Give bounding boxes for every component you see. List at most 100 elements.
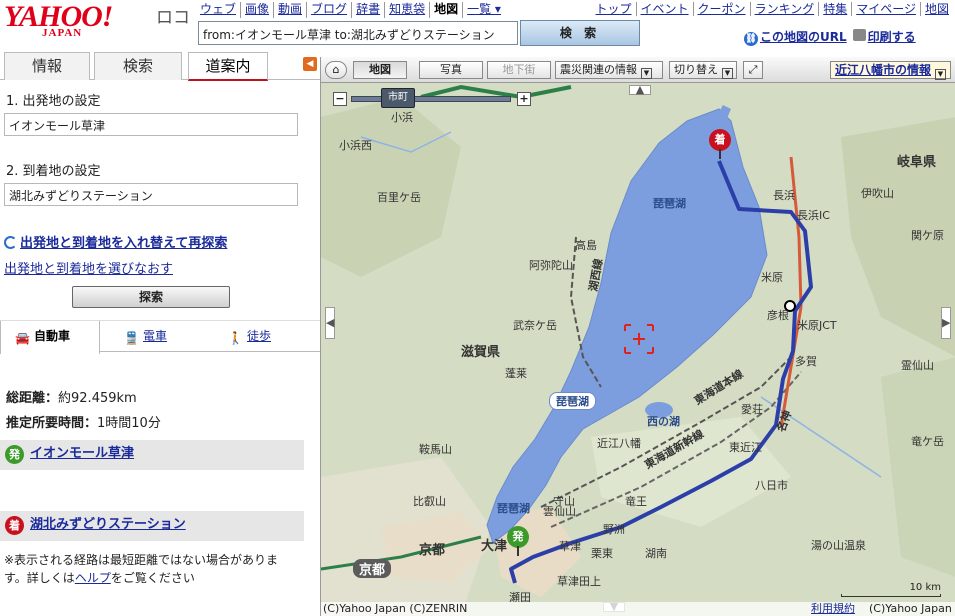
swap-points-link-text[interactable]: 出発地と到着地を入れ替えて再探索 (20, 236, 227, 251)
service-list-dropdown[interactable]: 一覧 ▾ (463, 2, 505, 18)
mode-car[interactable]: 🚘 自動車 (0, 321, 100, 354)
pin-stem (517, 546, 519, 556)
zoom-out-button[interactable]: − (333, 92, 347, 106)
start-pin-head: 発 (507, 526, 529, 548)
terms-link[interactable]: 利用規約 (811, 602, 855, 616)
service-link-video[interactable]: 動画 (274, 2, 308, 18)
map-switch-select-label: 切り替え (674, 63, 718, 76)
distance-label: 総距離： (6, 391, 59, 406)
chevron-down-icon: ▼ (641, 68, 652, 79)
pan-right-icon[interactable]: ▶ (941, 307, 951, 339)
place-label: 関ケ原 (911, 229, 944, 242)
reselect-points-link-text[interactable]: 出発地と到着地を選びなおす (4, 262, 173, 277)
tab-info[interactable]: 情報 (4, 52, 90, 80)
start-badge: 発 (5, 445, 24, 464)
end-pin[interactable]: 着 (709, 129, 731, 159)
start-field[interactable]: イオンモール草津 (4, 113, 298, 136)
service-link-image[interactable]: 画像 (241, 2, 275, 18)
top-link-top[interactable]: トップ (592, 2, 637, 16)
start-point-link[interactable]: イオンモール草津 (30, 446, 134, 461)
tab-directions[interactable]: 道案内 (188, 52, 268, 81)
place-label: 小浜 (391, 111, 413, 124)
top-link-map[interactable]: 地図 (921, 2, 949, 16)
top-link-ranking[interactable]: ランキング (751, 2, 820, 16)
logo-loco-text: ロコ (156, 8, 190, 28)
print-link-text[interactable]: 印刷する (868, 30, 916, 44)
place-label: 鞍馬山 (419, 443, 452, 456)
zoom-slider-thumb[interactable]: 市町 (381, 88, 415, 108)
chevron-down-icon: ▼ (722, 68, 733, 79)
service-link-web[interactable]: ウェブ (196, 2, 242, 18)
chevron-down-icon: ▼ (935, 69, 946, 80)
map-url-link-text[interactable]: この地図のURL (760, 30, 847, 44)
end-point-link[interactable]: 湖北みずどりステーション (30, 517, 186, 532)
top-link-coupon[interactable]: クーポン (694, 2, 751, 16)
swap-icon (4, 236, 17, 249)
end-badge: 着 (5, 516, 24, 535)
place-label: 米原 (761, 271, 783, 284)
disaster-info-select[interactable]: 震災関連の情報 ▼ (555, 61, 663, 79)
service-link-blog[interactable]: ブログ (307, 2, 353, 18)
map-utility-links: ⛓ この地図のURL 印刷する (744, 28, 916, 46)
mode-train-label[interactable]: 電車 (143, 329, 167, 343)
place-label: 近江八幡 (597, 437, 641, 450)
city-info-link[interactable]: 近江八幡市の情報 (835, 63, 931, 77)
place-label: 野洲 (603, 523, 625, 536)
help-link[interactable]: ヘルプ (75, 571, 111, 585)
yahoo-japan-logo[interactable]: YAHOO! JAPAN ロコ (4, 2, 190, 42)
place-label: 東近江 (729, 441, 762, 454)
underground-mode-button[interactable]: 地下街 (487, 61, 551, 79)
map-switch-select[interactable]: 切り替え ▼ (669, 61, 737, 79)
start-pin[interactable]: 発 (507, 526, 529, 556)
service-link-chiebukuro[interactable]: 知恵袋 (385, 2, 431, 18)
place-label: 長浜IC (797, 209, 830, 222)
car-icon: 🚘 (15, 331, 30, 345)
lake-label-main: 琵琶湖 (549, 392, 596, 410)
place-label: 竜ケ岳 (911, 435, 944, 448)
city-info-select[interactable]: 近江八幡市の情報 ▼ (829, 61, 951, 80)
swap-points-link[interactable]: 出発地と到着地を入れ替えて再探索 (4, 232, 227, 251)
place-label: 八日市 (755, 479, 788, 492)
search-button[interactable]: 検 索 (520, 20, 640, 46)
search-input[interactable]: from:イオンモール草津 to:湖北みずどりステーション (198, 21, 518, 45)
service-nav: ウェブ 画像 動画 ブログ 辞書 知恵袋 地図 一覧 ▾ (196, 2, 505, 18)
pan-up-icon[interactable]: ▲ (629, 84, 651, 95)
map-canvas[interactable]: ⌂ 地図 写真 地下街 震災関連の情報 ▼ 切り替え ▼ ⤢ 近江八幡市の情報 ▼ −… (320, 57, 955, 616)
disaster-info-select-label: 震災関連の情報 (560, 63, 637, 76)
total-distance: 総距離：約92.459km (6, 387, 137, 406)
route-search-button[interactable]: 探索 (72, 286, 230, 308)
time-value: 1時間10分 (97, 416, 161, 431)
travel-mode-tabs: 🚘 自動車 🚆 電車 🚶 徒歩 (0, 320, 320, 354)
map-mode-button[interactable]: 地図 (353, 61, 407, 79)
place-label: 雲仙山 (543, 505, 576, 518)
time-label: 推定所要時間： (6, 416, 98, 431)
place-label: 栗東 (591, 547, 613, 560)
note-text-a: す。詳しくは (4, 571, 75, 585)
mode-train[interactable]: 🚆 電車 (124, 321, 194, 353)
copyright-right: (C)Yahoo Japan (869, 602, 952, 615)
note-text-b: をご覧ください (110, 571, 195, 585)
map-url-link[interactable]: ⛓ この地図のURL (744, 28, 847, 46)
place-label: 草津 (559, 540, 581, 553)
zoom-slider-track[interactable] (351, 96, 511, 102)
top-link-mypage[interactable]: マイページ (852, 2, 921, 16)
mode-walk-label[interactable]: 徒歩 (247, 329, 271, 343)
reselect-points-link[interactable]: 出発地と到着地を選びなおす (4, 258, 173, 277)
mode-walk[interactable]: 🚶 徒歩 (228, 321, 298, 353)
top-link-feature[interactable]: 特集 (819, 2, 853, 16)
pan-left-icon[interactable]: ◀ (325, 307, 335, 339)
fullscreen-icon[interactable]: ⤢ (743, 61, 763, 79)
note-line-2: す。詳しくはヘルプをご覧ください (4, 569, 320, 587)
tab-search[interactable]: 検索 (94, 52, 182, 80)
zoom-in-button[interactable]: + (517, 92, 531, 106)
end-field[interactable]: 湖北みずどりステーション (4, 183, 298, 206)
top-link-event[interactable]: イベント (637, 2, 694, 16)
scale-bar (841, 594, 941, 597)
photo-mode-button[interactable]: 写真 (419, 61, 483, 79)
copyright-left: (C)Yahoo Japan (C)ZENRIN (323, 602, 468, 615)
print-link[interactable]: 印刷する (852, 28, 916, 46)
prefecture-label-shiga: 滋賀県 (461, 345, 501, 360)
service-link-dictionary[interactable]: 辞書 (352, 2, 386, 18)
home-icon[interactable]: ⌂ (325, 61, 347, 79)
panel-collapse-icon[interactable]: ◀ (303, 57, 317, 71)
